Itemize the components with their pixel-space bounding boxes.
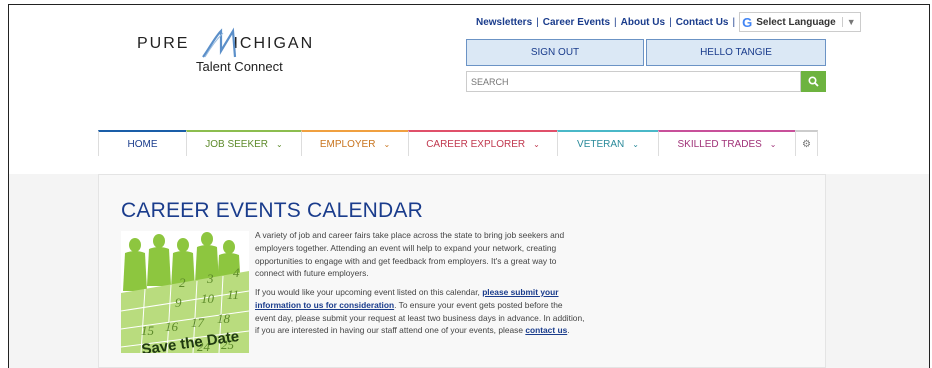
nav-item-label: VETERAN bbox=[577, 138, 625, 150]
sign-out-button[interactable]: SIGN OUT bbox=[466, 39, 644, 66]
nav-item-home[interactable]: HOME bbox=[98, 130, 186, 156]
save-the-date-graphic: 2 3 4 9 10 11 15 16 17 18 24 25 Save the… bbox=[121, 231, 249, 353]
contact-us-link[interactable]: Contact Us bbox=[672, 17, 733, 28]
paragraph-text: . bbox=[567, 325, 570, 336]
nav-item-label: CAREER EXPLORER bbox=[426, 138, 526, 150]
nav-item-career-explorer[interactable]: CAREER EXPLORER ⌄ bbox=[408, 130, 557, 156]
logo-subtitle: Talent Connect bbox=[196, 59, 283, 74]
google-icon: G bbox=[742, 14, 753, 30]
submission-paragraph: If you would like your upcoming event li… bbox=[255, 286, 585, 337]
search-icon bbox=[808, 76, 819, 87]
dropdown-arrow-icon: ▼ bbox=[841, 17, 856, 27]
about-us-link[interactable]: About Us bbox=[617, 17, 669, 28]
calendar-number: 17 bbox=[191, 315, 205, 330]
paragraph-text: If you would like your upcoming event li… bbox=[255, 287, 483, 297]
michigan-m-icon bbox=[202, 27, 237, 58]
site-logo[interactable]: PURE ICHIGAN Talent Connect bbox=[137, 25, 312, 85]
nav-item-label: EMPLOYER bbox=[319, 138, 376, 150]
language-selector[interactable]: G Select Language ▼ bbox=[739, 12, 861, 32]
calendar-number: 10 bbox=[201, 291, 215, 306]
language-label: Select Language bbox=[756, 16, 836, 28]
utility-links: Newsletters | Career Events | About Us |… bbox=[472, 12, 861, 32]
calendar-number: 3 bbox=[206, 271, 214, 286]
calendar-number: 18 bbox=[217, 311, 231, 326]
hello-user-button[interactable]: HELLO TANGIE bbox=[646, 39, 826, 66]
browser-viewport: PURE ICHIGAN Talent Connect Newsletters |… bbox=[8, 4, 930, 368]
career-events-link[interactable]: Career Events bbox=[539, 17, 614, 28]
nav-item-employer[interactable]: EMPLOYER ⌄ bbox=[301, 130, 408, 156]
calendar-number: 15 bbox=[141, 323, 155, 338]
calendar-number: 2 bbox=[179, 275, 186, 290]
chevron-down-icon: ⌄ bbox=[533, 139, 540, 149]
nav-settings-button[interactable]: ⚙ bbox=[795, 130, 818, 156]
chevron-down-icon: ⌄ bbox=[276, 139, 283, 149]
search-button[interactable] bbox=[801, 71, 826, 92]
main-navigation: HOME JOB SEEKER ⌄ EMPLOYER ⌄ CAREER EXPL… bbox=[98, 130, 818, 156]
nav-item-label: HOME bbox=[127, 138, 158, 150]
nav-item-job-seeker[interactable]: JOB SEEKER ⌄ bbox=[186, 130, 301, 156]
link-separator: | bbox=[732, 16, 736, 28]
nav-item-skilled-trades[interactable]: SKILLED TRADES ⌄ bbox=[658, 130, 795, 156]
calendar-number: 16 bbox=[165, 319, 179, 334]
logo-brand-right: ICHIGAN bbox=[233, 35, 315, 52]
nav-item-label: JOB SEEKER bbox=[205, 138, 269, 150]
chevron-down-icon: ⌄ bbox=[383, 139, 391, 149]
newsletters-link[interactable]: Newsletters bbox=[472, 17, 536, 28]
chevron-down-icon: ⌄ bbox=[632, 139, 639, 149]
contact-us-inline-link[interactable]: contact us bbox=[525, 325, 567, 335]
calendar-number: 11 bbox=[227, 287, 239, 302]
calendar-number: 9 bbox=[175, 295, 182, 310]
calendar-number: 4 bbox=[233, 265, 240, 280]
save-the-date-image: 2 3 4 9 10 11 15 16 17 18 24 25 Save the… bbox=[121, 231, 249, 353]
gear-icon: ⚙ bbox=[802, 138, 811, 150]
nav-item-label: SKILLED TRADES bbox=[677, 138, 762, 150]
page-title: CAREER EVENTS CALENDAR bbox=[121, 199, 423, 222]
search-input[interactable] bbox=[466, 71, 801, 92]
nav-item-veteran[interactable]: VETERAN ⌄ bbox=[557, 130, 658, 156]
logo-brand-left: PURE bbox=[137, 35, 190, 52]
intro-paragraph: A variety of job and career fairs take p… bbox=[255, 230, 565, 279]
chevron-down-icon: ⌄ bbox=[769, 139, 777, 149]
